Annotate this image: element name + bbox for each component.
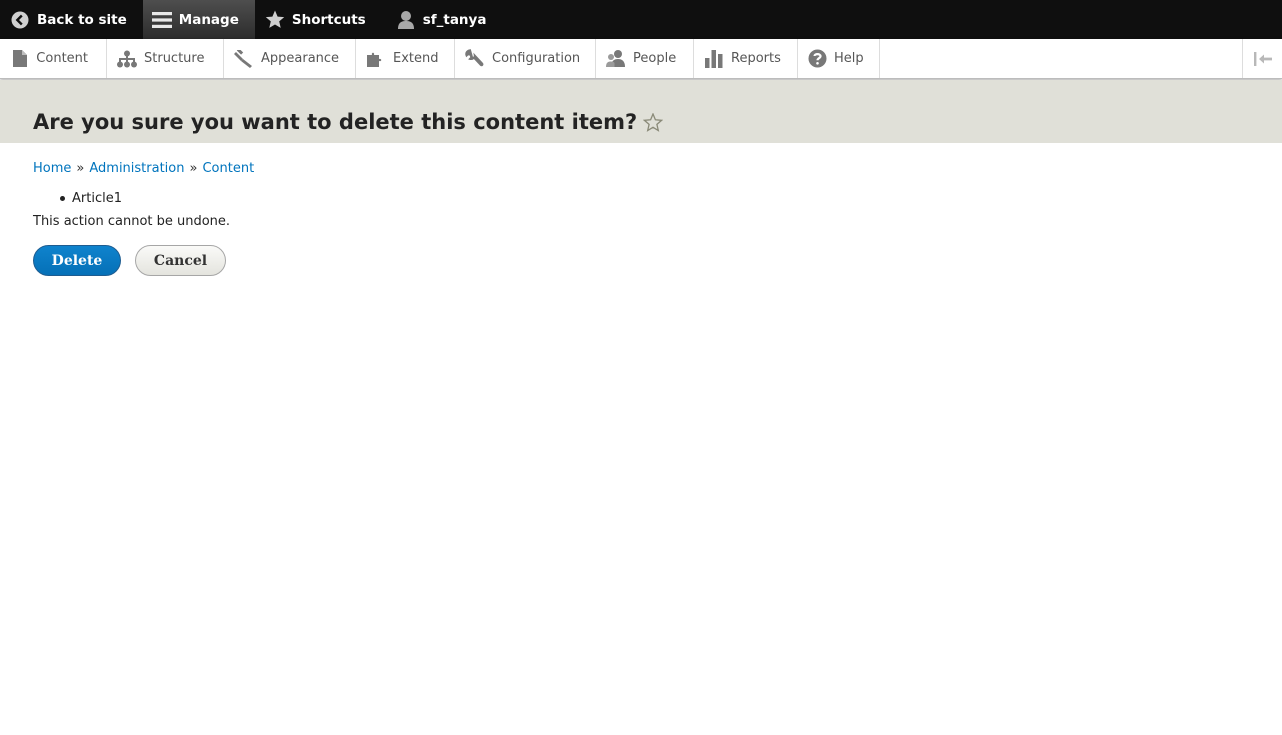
breadcrumb-separator: » bbox=[189, 161, 198, 176]
breadcrumb-separator: » bbox=[76, 161, 85, 176]
tray-item-help[interactable]: Help bbox=[798, 39, 880, 78]
user-label: sf_tanya bbox=[422, 11, 487, 28]
tray-item-people[interactable]: People bbox=[596, 39, 694, 78]
delete-button[interactable]: Delete bbox=[33, 245, 121, 276]
file-icon bbox=[10, 49, 29, 69]
tray-item-label: Extend bbox=[393, 51, 439, 66]
admin-toolbar: Back to site Manage Shortcuts sf_tanya bbox=[0, 0, 1282, 39]
tray-item-structure[interactable]: Structure bbox=[107, 39, 224, 78]
tray-item-reports[interactable]: Reports bbox=[694, 39, 798, 78]
puzzle-icon bbox=[366, 49, 386, 69]
tray-item-appearance[interactable]: Appearance bbox=[224, 39, 356, 78]
help-icon bbox=[808, 49, 827, 69]
admin-tray: Content Structure Appearance Extend Conf… bbox=[0, 39, 1282, 79]
sitemap-icon bbox=[117, 49, 137, 69]
tray-item-content[interactable]: Content bbox=[0, 39, 107, 78]
list-item-label: Article1 bbox=[72, 191, 122, 206]
add-shortcut-star-icon[interactable] bbox=[643, 112, 664, 132]
manage-tab[interactable]: Manage bbox=[142, 0, 255, 39]
tray-item-label: Configuration bbox=[492, 51, 581, 66]
chevron-left-circle-icon bbox=[10, 10, 30, 30]
manage-label: Manage bbox=[178, 11, 239, 28]
tray-item-label: People bbox=[633, 51, 677, 66]
tray-item-label: Structure bbox=[144, 51, 205, 66]
user-icon bbox=[396, 10, 416, 30]
shortcuts-tab[interactable]: Shortcuts bbox=[255, 0, 382, 39]
breadcrumb-home[interactable]: Home bbox=[33, 161, 71, 176]
list-item: Article1 bbox=[60, 191, 122, 206]
hamburger-icon bbox=[151, 10, 172, 30]
tray-item-configuration[interactable]: Configuration bbox=[455, 39, 596, 78]
shortcuts-label: Shortcuts bbox=[291, 11, 366, 28]
tray-item-label: Reports bbox=[731, 51, 781, 66]
breadcrumb-content[interactable]: Content bbox=[202, 161, 254, 176]
back-to-site-label: Back to site bbox=[37, 11, 127, 28]
back-to-site-link[interactable]: Back to site bbox=[0, 0, 143, 39]
collapse-left-icon bbox=[1253, 51, 1273, 66]
tray-item-label: Appearance bbox=[261, 51, 340, 66]
tray-item-label: Help bbox=[834, 51, 864, 66]
people-icon bbox=[606, 49, 626, 69]
delete-item-list: Article1 bbox=[60, 191, 122, 206]
breadcrumb-administration[interactable]: Administration bbox=[89, 161, 184, 176]
star-icon bbox=[265, 10, 285, 30]
paintbrush-icon bbox=[234, 49, 254, 69]
bullet-icon bbox=[60, 196, 65, 201]
tray-item-extend[interactable]: Extend bbox=[356, 39, 455, 78]
cancel-button[interactable]: Cancel bbox=[135, 245, 226, 276]
breadcrumb: Home » Administration » Content bbox=[33, 161, 254, 176]
bar-chart-icon bbox=[704, 49, 724, 69]
warning-description: This action cannot be undone. bbox=[33, 214, 231, 229]
user-tab[interactable]: sf_tanya bbox=[382, 0, 503, 39]
tray-orientation-toggle[interactable] bbox=[1242, 39, 1282, 78]
page-title-wrapper: Are you sure you want to delete this con… bbox=[33, 110, 664, 134]
tray-item-label: Content bbox=[36, 51, 88, 66]
wrench-icon bbox=[465, 49, 485, 69]
page-title: Are you sure you want to delete this con… bbox=[33, 110, 638, 134]
